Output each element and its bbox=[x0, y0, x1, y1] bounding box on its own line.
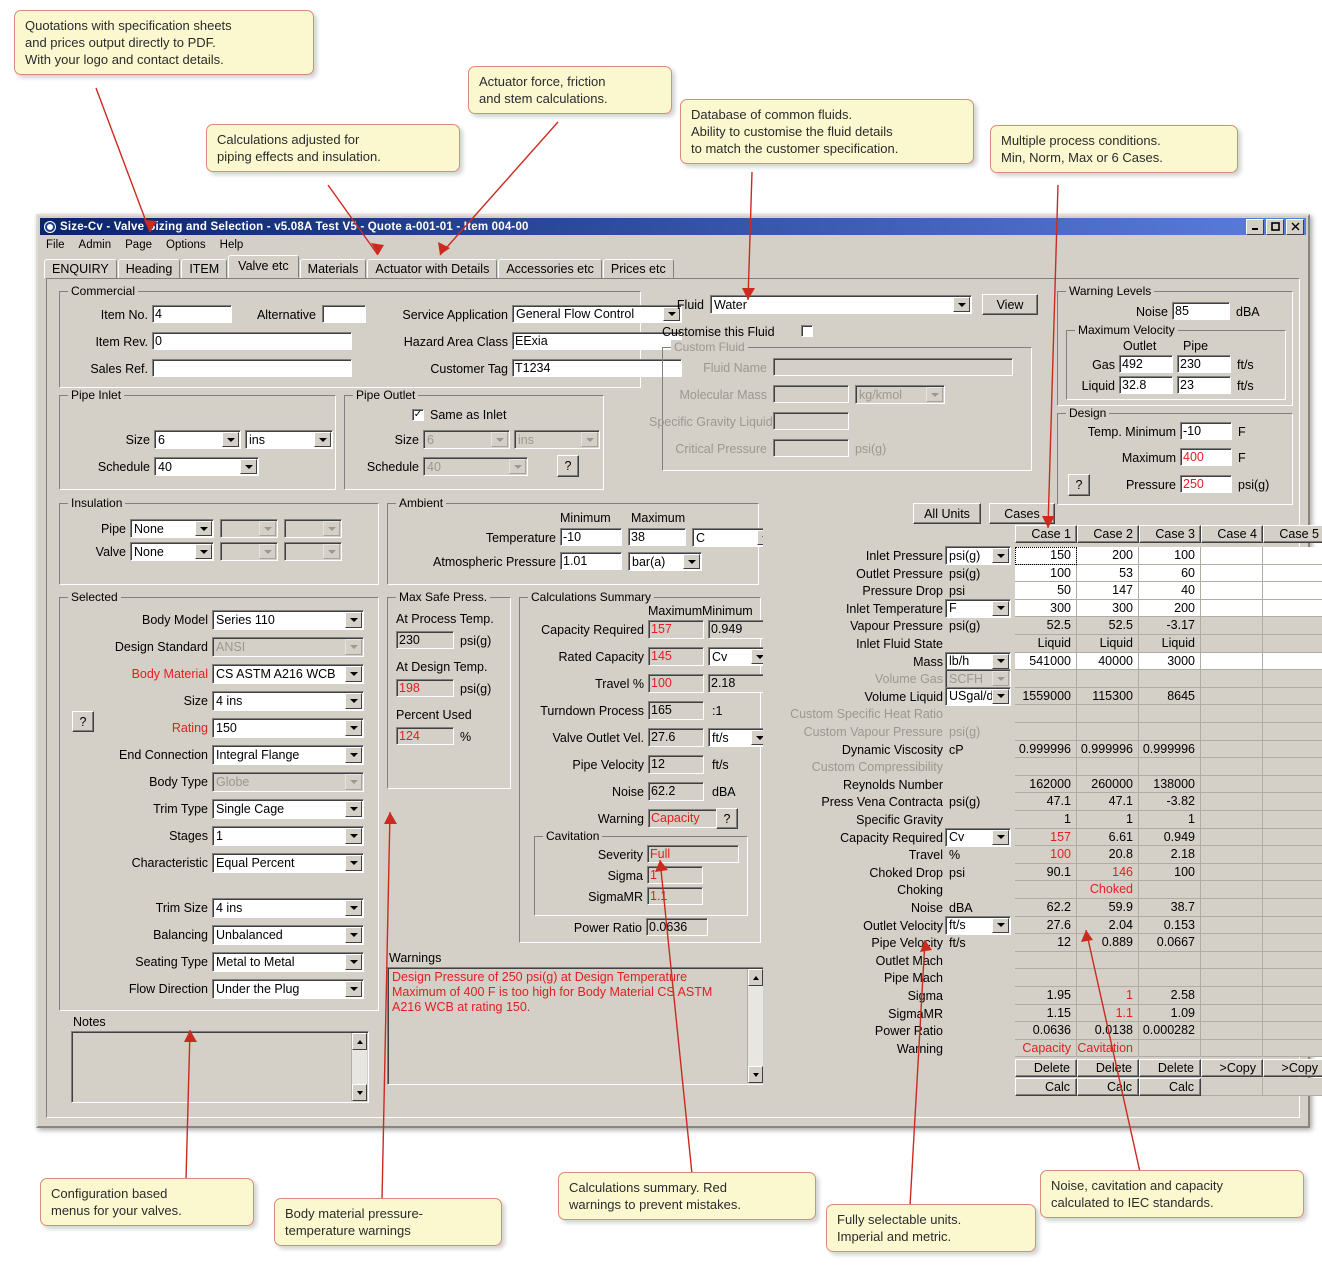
callout-iec: Noise, cavitation and capacity calculate… bbox=[1040, 1170, 1304, 1219]
callout-actuator: Actuator force, friction and stem calcul… bbox=[468, 66, 672, 115]
callout-fluids: Database of common fluids. Ability to cu… bbox=[680, 99, 974, 165]
callout-bodymat: Body material pressure- temperature warn… bbox=[274, 1198, 502, 1247]
callout-calcsummary: Calculations summary. Red warnings to pr… bbox=[558, 1172, 816, 1221]
callout-units: Fully selectable units. Imperial and met… bbox=[826, 1204, 1036, 1253]
callout-quotations: Quotations with specification sheets and… bbox=[14, 10, 314, 76]
callout-piping: Calculations adjusted for piping effects… bbox=[206, 124, 460, 173]
callout-cases: Multiple process conditions. Min, Norm, … bbox=[990, 125, 1238, 174]
callout-leader-lines bbox=[95, 87, 1141, 1207]
callout-config: Configuration based menus for your valve… bbox=[40, 1178, 254, 1227]
